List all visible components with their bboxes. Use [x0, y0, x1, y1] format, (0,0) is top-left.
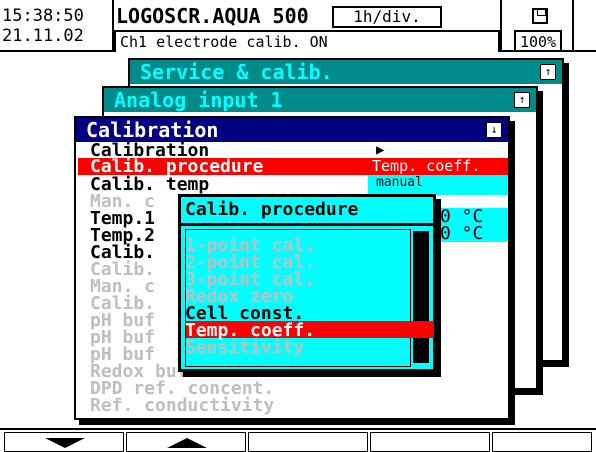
- clock-date: 21.11.02: [2, 26, 84, 46]
- softkey-bar: [0, 428, 596, 452]
- service-calib-title: Service & calib.: [130, 60, 562, 84]
- header-bar: 15:38:50 21.11.02 LOGOSCR.AQUA 500 1h/di…: [0, 0, 596, 52]
- menu-item-value: manual: [376, 175, 423, 190]
- analog-input-title: Analog input 1: [104, 88, 536, 112]
- menu-item: Ref. conductivity: [90, 395, 275, 416]
- arrow-down-icon[interactable]: ↓: [486, 122, 502, 138]
- softkey-down[interactable]: [4, 432, 124, 452]
- arrow-down-icon: [45, 438, 85, 448]
- popup-title: Calib. procedure: [181, 197, 433, 226]
- menu-item-value: Temp. coeff.: [372, 157, 481, 175]
- softkey-5[interactable]: [492, 432, 592, 452]
- status-line: Ch1 electrode calib. ON: [114, 30, 500, 52]
- device-name: LOGOSCR.AQUA 500: [116, 4, 309, 28]
- softkey-3[interactable]: [248, 432, 368, 452]
- memory-percent: 100%: [514, 30, 562, 52]
- popup-scrollbar[interactable]: [413, 231, 429, 363]
- arrow-up-icon[interactable]: ↑: [540, 64, 556, 80]
- softkey-up[interactable]: [126, 432, 246, 452]
- calibration-title: Calibration: [76, 118, 508, 142]
- softkey-4[interactable]: [370, 432, 490, 452]
- calib-procedure-popup: Calib. procedure 1-point cal. 2-point ca…: [178, 194, 436, 372]
- header-divider: [500, 0, 502, 52]
- arrow-up-icon[interactable]: ↑: [514, 92, 530, 108]
- timebase-field[interactable]: 1h/div.: [332, 6, 442, 28]
- popup-option-sensitivity: Sensitivity: [185, 337, 305, 358]
- arrow-up-icon: [167, 438, 207, 448]
- header-divider: [572, 0, 574, 52]
- menu-item-value: 0 °C: [440, 223, 484, 244]
- clock-time: 15:38:50: [2, 6, 84, 26]
- menu-item-calib-procedure[interactable]: Calib. procedure: [90, 158, 263, 176]
- floppy-disk-icon: [532, 8, 548, 24]
